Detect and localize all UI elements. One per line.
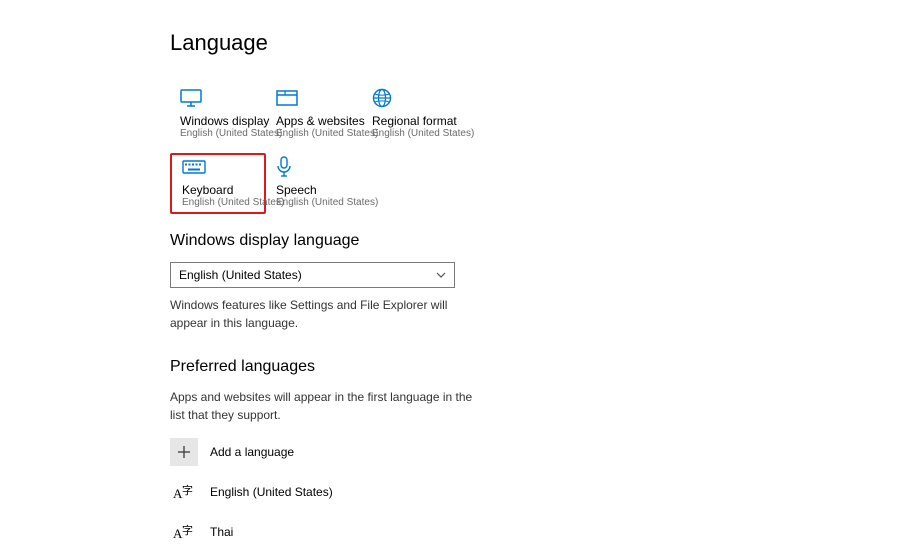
globe-icon bbox=[372, 88, 396, 108]
tile-apps-websites[interactable]: Apps & websites English (United States) bbox=[266, 84, 362, 145]
microphone-icon bbox=[276, 157, 300, 177]
language-item-english[interactable]: A字 English (United States) bbox=[170, 478, 510, 506]
tile-label: Keyboard bbox=[182, 183, 264, 197]
tile-keyboard[interactable]: Keyboard English (United States) bbox=[170, 153, 266, 214]
tile-label: Regional format bbox=[372, 114, 458, 128]
add-language-label: Add a language bbox=[210, 445, 294, 459]
tile-label: Speech bbox=[276, 183, 362, 197]
keyboard-icon bbox=[182, 157, 206, 177]
language-item-thai[interactable]: A字 Thai bbox=[170, 518, 510, 546]
tile-sub: English (United States) bbox=[180, 128, 266, 139]
plus-icon bbox=[170, 438, 198, 466]
monitor-icon bbox=[180, 88, 204, 108]
language-item-label: English (United States) bbox=[210, 485, 333, 499]
tile-speech[interactable]: Speech English (United States) bbox=[266, 153, 362, 214]
display-language-dropdown[interactable]: English (United States) bbox=[170, 262, 455, 288]
language-character-icon: A字 bbox=[170, 518, 198, 546]
tile-sub: English (United States) bbox=[276, 197, 362, 208]
language-tiles-grid: Windows display English (United States) … bbox=[170, 84, 510, 214]
language-character-icon: A字 bbox=[170, 478, 198, 506]
language-item-label: Thai bbox=[210, 525, 233, 539]
display-language-helper: Windows features like Settings and File … bbox=[170, 296, 480, 332]
windows-display-language-heading: Windows display language bbox=[170, 232, 510, 250]
tile-label: Apps & websites bbox=[276, 114, 362, 128]
tile-label: Windows display bbox=[180, 114, 266, 128]
preferred-languages-helper: Apps and websites will appear in the fir… bbox=[170, 388, 480, 424]
preferred-languages-heading: Preferred languages bbox=[170, 358, 510, 376]
tile-windows-display[interactable]: Windows display English (United States) bbox=[170, 84, 266, 145]
svg-text:字: 字 bbox=[182, 483, 193, 497]
add-language-button[interactable]: Add a language bbox=[170, 438, 510, 466]
chevron-down-icon bbox=[436, 270, 446, 281]
window-icon bbox=[276, 88, 300, 108]
tile-sub: English (United States) bbox=[182, 197, 264, 208]
dropdown-selected-value: English (United States) bbox=[179, 268, 302, 282]
tile-sub: English (United States) bbox=[276, 128, 362, 139]
svg-text:字: 字 bbox=[182, 523, 193, 537]
tile-regional-format[interactable]: Regional format English (United States) bbox=[362, 84, 458, 145]
tile-sub: English (United States) bbox=[372, 128, 458, 139]
page-title: Language bbox=[170, 30, 510, 56]
